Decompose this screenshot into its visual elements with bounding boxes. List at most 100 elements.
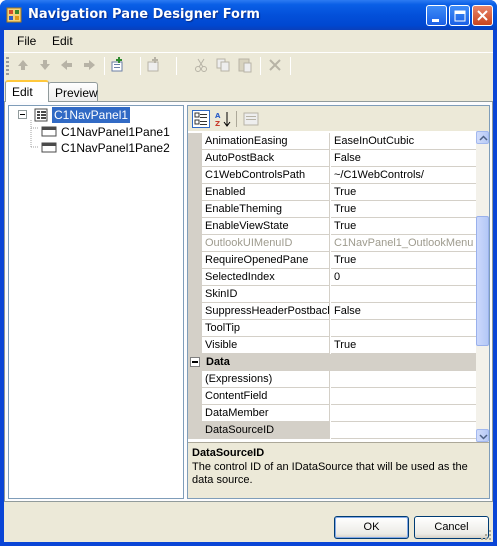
property-value[interactable]: True [331, 252, 476, 269]
alphabetical-sort-icon[interactable]: A Z [214, 110, 232, 128]
row-margin [188, 337, 202, 354]
tree-item-root[interactable]: C1NavPanel1 [9, 107, 185, 123]
property-row[interactable]: (Expressions) [188, 371, 476, 388]
property-value[interactable]: True [331, 337, 476, 354]
nav-tree[interactable]: C1NavPanel1 C1NavPanel1Pane1 C1NavPanel1… [8, 105, 184, 499]
categorized-icon[interactable] [192, 110, 210, 128]
property-value[interactable]: True [331, 218, 476, 235]
property-name[interactable]: EnableTheming [202, 201, 330, 218]
row-margin [188, 218, 202, 235]
row-margin [188, 286, 202, 303]
title-bar[interactable]: Navigation Pane Designer Form [0, 0, 497, 30]
property-name[interactable]: ContentField [202, 388, 330, 405]
row-margin [188, 371, 202, 388]
collapse-icon[interactable] [190, 357, 200, 367]
property-name[interactable]: Enabled [202, 184, 330, 201]
resize-grip-icon[interactable] [480, 529, 492, 541]
move-left-icon[interactable] [58, 56, 76, 74]
scroll-thumb[interactable] [476, 216, 489, 346]
move-up-icon[interactable] [14, 56, 32, 74]
maximize-button[interactable] [449, 5, 470, 26]
property-value[interactable] [331, 388, 476, 405]
property-row[interactable]: EnableTheming True [188, 201, 476, 218]
cut-icon[interactable] [192, 56, 210, 74]
property-name[interactable]: OutlookUIMenuID [202, 235, 330, 252]
property-value[interactable] [331, 286, 476, 303]
row-margin [188, 422, 202, 439]
property-row[interactable]: C1WebControlsPath ~/C1WebControls/ [188, 167, 476, 184]
property-name[interactable]: RequireOpenedPane [202, 252, 330, 269]
category-header[interactable]: Data [188, 354, 476, 371]
property-name[interactable]: DataSourceID [202, 422, 330, 439]
property-row[interactable]: Visible True [188, 337, 476, 354]
move-right-icon[interactable] [80, 56, 98, 74]
property-value[interactable] [331, 422, 476, 439]
property-value[interactable] [331, 371, 476, 388]
property-row[interactable]: RequireOpenedPane True [188, 252, 476, 269]
property-name[interactable]: SelectedIndex [202, 269, 330, 286]
property-value[interactable]: True [331, 184, 476, 201]
property-value[interactable]: False [331, 150, 476, 167]
move-down-icon[interactable] [36, 56, 54, 74]
add-item-icon[interactable] [110, 56, 128, 74]
property-row[interactable]: ToolTip [188, 320, 476, 337]
property-pages-icon[interactable] [242, 110, 260, 128]
property-name[interactable]: ToolTip [202, 320, 330, 337]
property-row[interactable]: DataSourceID [188, 422, 476, 439]
property-row[interactable]: SkinID [188, 286, 476, 303]
row-margin [188, 167, 202, 184]
property-value[interactable]: C1NavPanel1_OutlookMenu [331, 235, 476, 252]
property-row[interactable]: AnimationEasing EaseInOutCubic [188, 133, 476, 150]
property-value[interactable] [331, 320, 476, 337]
tab-edit[interactable]: Edit [5, 80, 49, 102]
property-table[interactable]: AnimationEasing EaseInOutCubic AutoPostBac… [188, 131, 476, 442]
copy-icon[interactable] [214, 56, 232, 74]
property-row[interactable]: EnableViewState True [188, 218, 476, 235]
property-name[interactable]: SkinID [202, 286, 330, 303]
property-row[interactable]: AutoPostBack False [188, 150, 476, 167]
row-margin [188, 303, 202, 320]
property-row[interactable]: DataMember [188, 405, 476, 422]
toolbar [4, 52, 493, 78]
insert-item-icon[interactable] [146, 56, 164, 74]
property-row[interactable]: ContentField [188, 388, 476, 405]
tab-preview[interactable]: Preview [48, 82, 98, 102]
property-name[interactable]: SuppressHeaderPostbacks [202, 303, 330, 320]
menu-file[interactable]: File [17, 34, 36, 48]
property-value[interactable]: ~/C1WebControls/ [331, 167, 476, 184]
toolbar-grip[interactable] [6, 57, 9, 75]
paste-icon[interactable] [236, 56, 254, 74]
property-value[interactable] [331, 405, 476, 422]
property-name[interactable]: DataMember [202, 405, 330, 422]
property-value[interactable]: EaseInOutCubic [331, 133, 476, 150]
property-name[interactable]: C1WebControlsPath [202, 167, 330, 184]
tree-item-label: C1NavPanel1Pane2 [61, 141, 170, 155]
property-value[interactable]: True [331, 201, 476, 218]
property-name[interactable]: (Expressions) [202, 371, 330, 388]
property-row[interactable]: OutlookUIMenuID C1NavPanel1_OutlookMenu [188, 235, 476, 252]
close-button[interactable] [472, 5, 493, 26]
tree-item-pane2[interactable]: C1NavPanel1Pane2 [9, 140, 185, 156]
property-row[interactable]: SelectedIndex 0 [188, 269, 476, 286]
toolbar-separator [140, 57, 141, 75]
property-value[interactable]: 0 [331, 269, 476, 286]
property-name[interactable]: EnableViewState [202, 218, 330, 235]
property-name[interactable]: Visible [202, 337, 330, 354]
delete-icon[interactable] [266, 56, 284, 74]
collapse-icon[interactable] [18, 110, 27, 119]
row-margin [188, 133, 202, 150]
app-icon [6, 7, 22, 23]
property-name[interactable]: AutoPostBack [202, 150, 330, 167]
property-name[interactable]: AnimationEasing [202, 133, 330, 150]
cancel-button[interactable]: Cancel [414, 516, 489, 539]
menu-edit[interactable]: Edit [52, 34, 73, 48]
property-row[interactable]: SuppressHeaderPostbacks False [188, 303, 476, 320]
property-row[interactable]: Enabled True [188, 184, 476, 201]
minimize-button[interactable] [426, 5, 447, 26]
vertical-scrollbar[interactable] [476, 131, 489, 442]
ok-button[interactable]: OK [334, 516, 409, 539]
scroll-up-button[interactable] [476, 131, 489, 144]
scroll-down-button[interactable] [476, 429, 489, 442]
property-value[interactable]: False [331, 303, 476, 320]
tree-item-pane1[interactable]: C1NavPanel1Pane1 [9, 124, 185, 140]
